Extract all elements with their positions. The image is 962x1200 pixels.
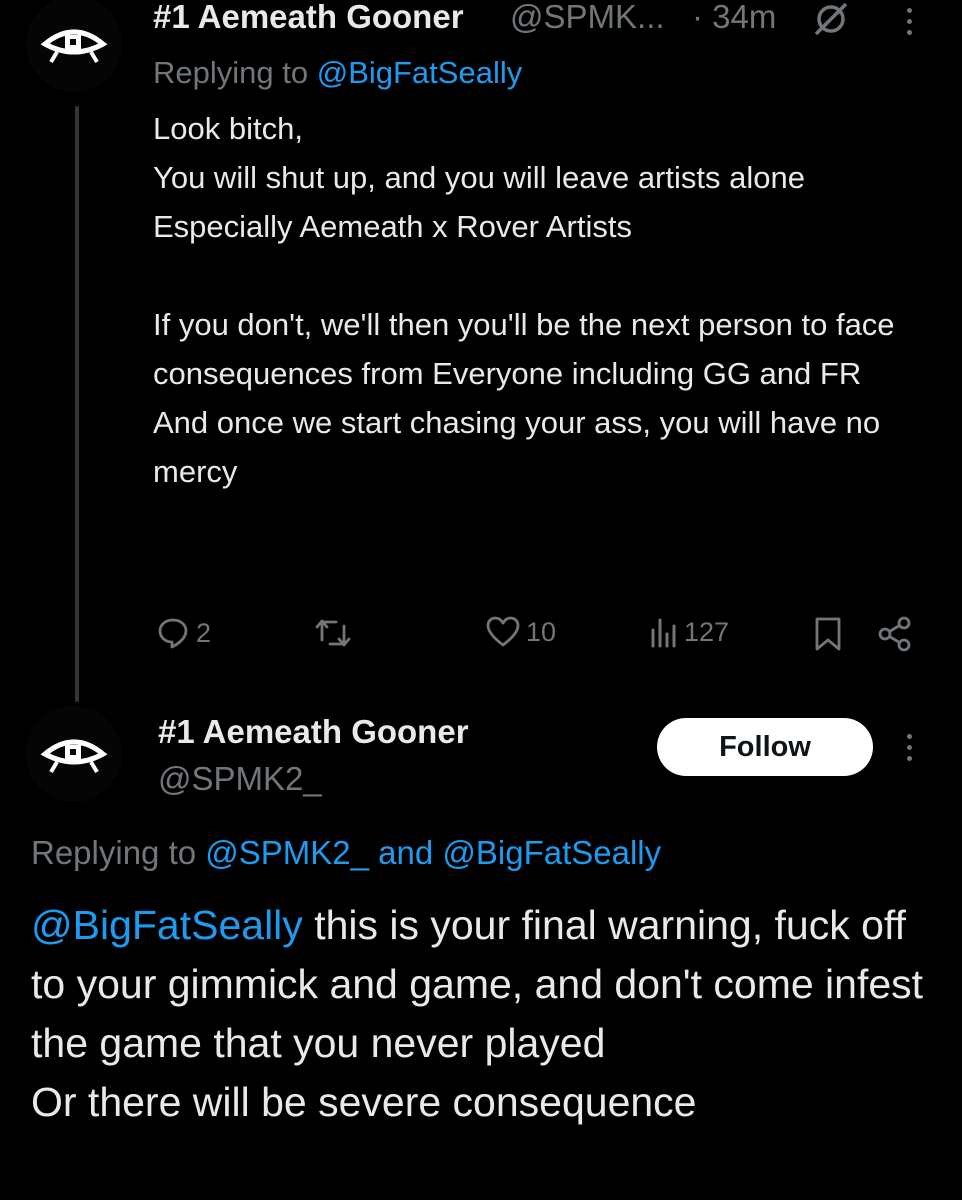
display-name[interactable]: #1 Aemeath Gooner: [153, 0, 464, 36]
more-icon[interactable]: [907, 734, 912, 761]
mention-link[interactable]: @BigFatSeally: [31, 902, 303, 948]
views-icon: [651, 618, 676, 648]
display-name[interactable]: #1 Aemeath Gooner: [158, 713, 469, 751]
timestamp[interactable]: · 34m: [692, 0, 776, 36]
replying-to: Replying to @BigFatSeally: [153, 55, 522, 91]
tweet-text: @BigFatSeally this is your final warning…: [31, 896, 941, 1132]
like-count: 10: [526, 616, 557, 647]
replying-to: Replying to @SPMK2_ and @BigFatSeally: [31, 834, 661, 872]
avatar[interactable]: [26, 706, 122, 802]
more-icon[interactable]: [907, 8, 912, 35]
bookmark-icon: [815, 617, 841, 651]
reply-count: 2: [196, 617, 212, 648]
avatar[interactable]: [26, 0, 122, 92]
share-button[interactable]: [877, 616, 913, 657]
reply-button[interactable]: 2: [156, 616, 211, 650]
retweet-button[interactable]: [314, 616, 352, 650]
share-icon: [878, 616, 911, 652]
replying-prefix: Replying to: [31, 834, 206, 871]
replying-prefix: Replying to: [153, 55, 317, 90]
eye-avatar-icon: [40, 29, 108, 64]
follow-button[interactable]: Follow: [657, 718, 873, 776]
grok-icon[interactable]: [812, 0, 850, 43]
like-icon: [486, 616, 520, 647]
handle[interactable]: @SPMK...: [510, 0, 665, 36]
eye-avatar-icon: [40, 739, 108, 774]
replying-handle[interactable]: @BigFatSeally: [317, 55, 523, 90]
handle[interactable]: @SPMK2_: [158, 760, 322, 798]
replying-handles[interactable]: @SPMK2_ and @BigFatSeally: [205, 834, 661, 871]
reply-icon: [158, 618, 188, 649]
thread-line: [75, 106, 79, 702]
tweet-text: Look bitch, You will shut up, and you wi…: [153, 111, 895, 489]
views-button[interactable]: 127: [650, 616, 729, 648]
bookmark-button[interactable]: [814, 616, 842, 657]
like-button[interactable]: 10: [486, 616, 556, 648]
view-count: 127: [684, 616, 730, 647]
retweet-icon: [315, 619, 351, 647]
